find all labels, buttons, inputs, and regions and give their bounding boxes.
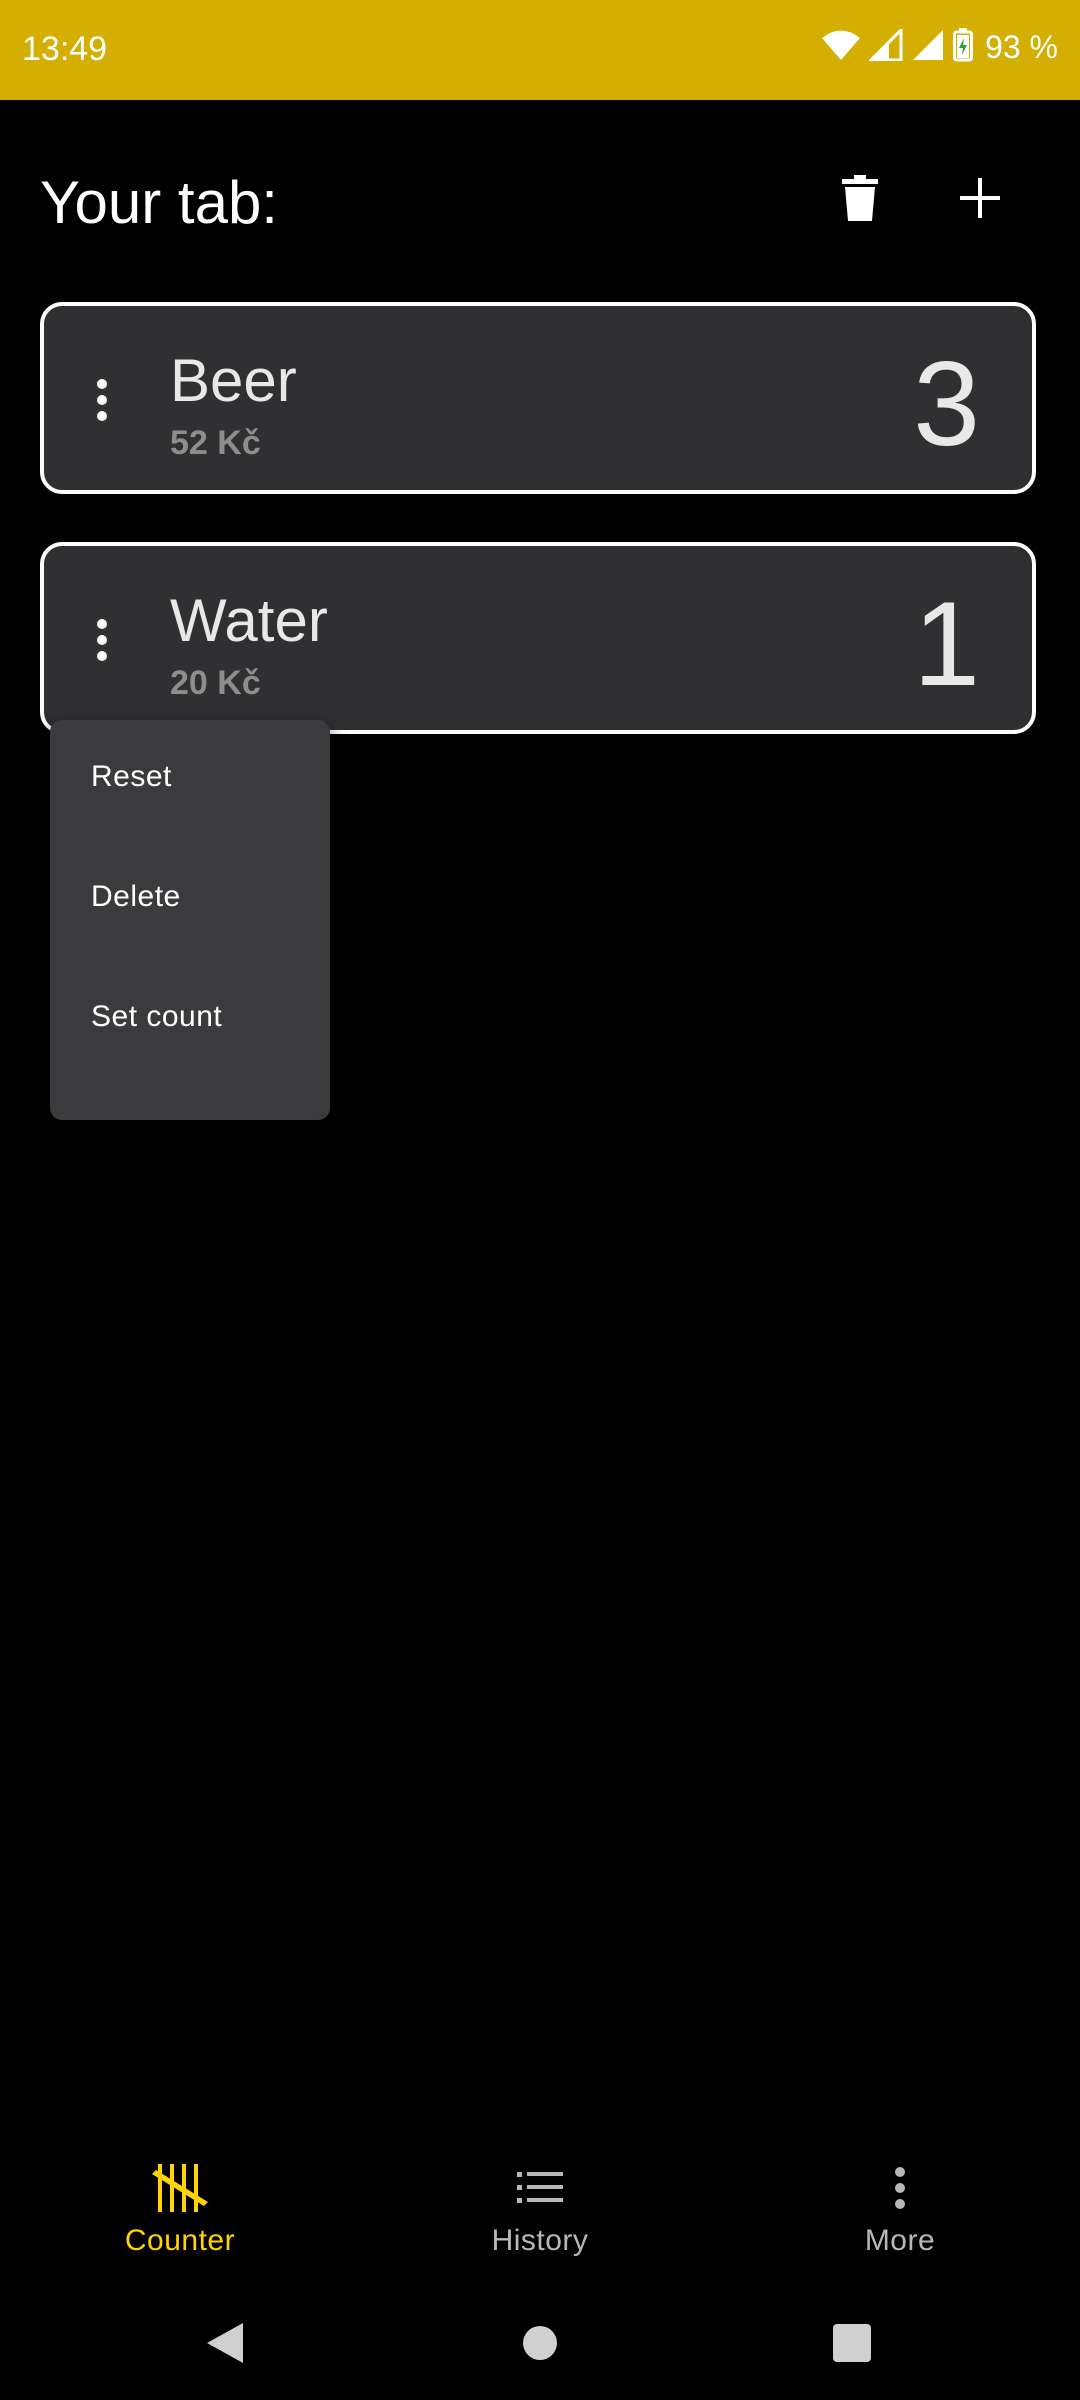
page-title: Your tab: — [40, 169, 278, 236]
tab-more[interactable]: More — [720, 2140, 1080, 2280]
item-card[interactable]: Water 20 Kč 1 — [40, 542, 1036, 734]
trash-icon — [842, 174, 878, 226]
more-vertical-icon — [96, 618, 108, 667]
tab-history[interactable]: History — [360, 2140, 720, 2280]
item-count: 3 — [913, 337, 980, 471]
menu-item-delete[interactable]: Delete — [50, 840, 330, 950]
status-time: 13:49 — [22, 30, 108, 68]
menu-item-label: Delete — [91, 880, 181, 913]
home-button[interactable] — [485, 2290, 595, 2400]
battery-percentage: 93 % — [985, 29, 1058, 65]
add-item-button[interactable] — [940, 160, 1020, 240]
item-price: 52 Kč — [170, 424, 261, 462]
item-name: Beer — [170, 347, 297, 414]
system-navigation-bar — [0, 2290, 1080, 2400]
more-vertical-icon — [96, 378, 108, 427]
item-price: 20 Kč — [170, 664, 261, 702]
recents-icon — [833, 2323, 871, 2367]
menu-item-label: Set count — [91, 1000, 223, 1033]
item-context-menu: Reset Delete Set count — [50, 720, 330, 1120]
status-icons: 93 % — [821, 26, 1058, 67]
item-count: 1 — [913, 577, 980, 711]
clear-tab-button[interactable] — [820, 160, 900, 240]
more-vertical-icon — [870, 2158, 930, 2218]
signal-icon — [867, 26, 903, 66]
battery-charging-icon — [953, 28, 974, 67]
tab-label: More — [864, 2224, 936, 2257]
back-button[interactable] — [170, 2290, 280, 2400]
item-menu-button[interactable] — [82, 612, 122, 672]
list-icon — [510, 2158, 570, 2218]
tab-counter[interactable]: Counter — [0, 2140, 360, 2280]
tab-label: History — [491, 2224, 589, 2257]
recents-button[interactable] — [797, 2290, 907, 2400]
back-icon — [205, 2321, 245, 2370]
item-card[interactable]: Beer 52 Kč 3 — [40, 302, 1036, 494]
wifi-icon — [821, 29, 861, 66]
plus-icon — [960, 177, 1000, 223]
tally-marks-icon — [150, 2158, 210, 2218]
item-menu-button[interactable] — [82, 372, 122, 432]
tab-label: Counter — [124, 2224, 236, 2257]
home-icon — [522, 2325, 558, 2366]
menu-item-label: Reset — [91, 760, 172, 793]
status-bar: 13:49 93 % — [0, 0, 1080, 100]
menu-item-set-count[interactable]: Set count — [50, 960, 330, 1070]
menu-item-reset[interactable]: Reset — [50, 720, 330, 830]
signal-icon — [911, 29, 945, 66]
header: Your tab: — [40, 160, 1040, 240]
bottom-navigation: Counter History More — [0, 2140, 1080, 2280]
item-name: Water — [170, 587, 328, 654]
